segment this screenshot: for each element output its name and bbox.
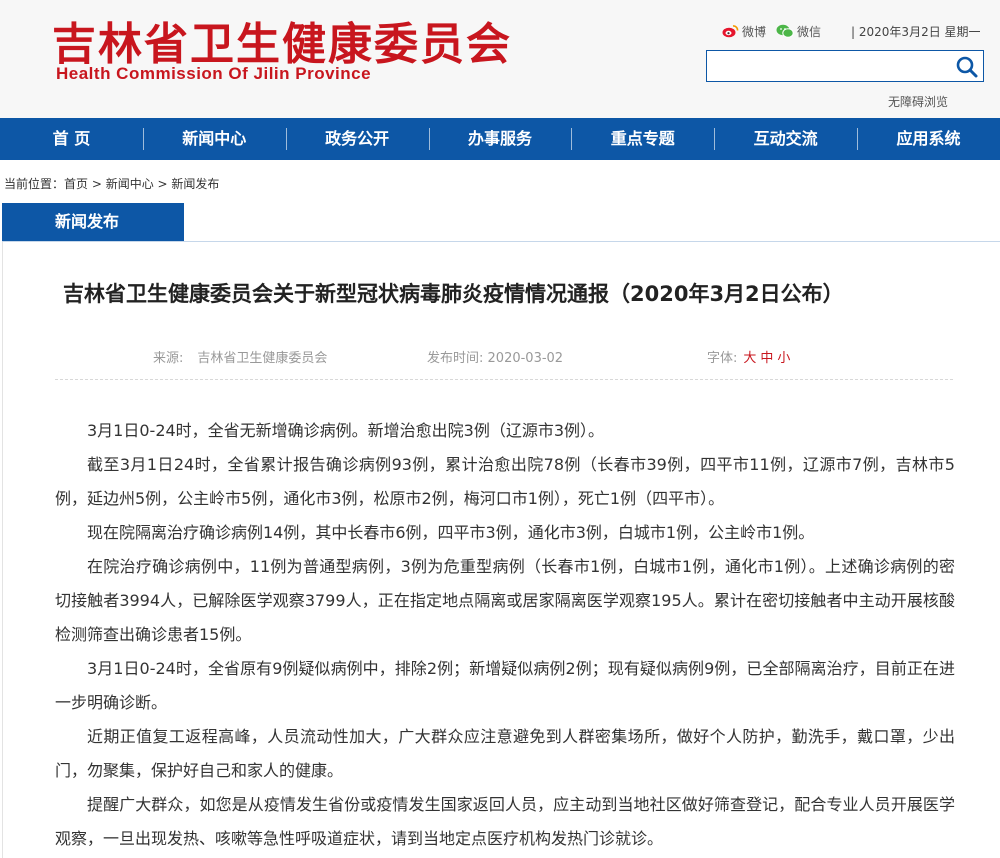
nav-services[interactable]: 办事服务 [428, 118, 572, 160]
source-label: 来源: [153, 351, 184, 366]
nav-key-topics[interactable]: 重点专题 [571, 118, 714, 160]
nav-gov-affairs[interactable]: 政务公开 [285, 118, 429, 160]
breadcrumb-current[interactable]: 新闻发布 [171, 177, 219, 191]
breadcrumb-news-center[interactable]: 新闻中心 [106, 177, 154, 191]
article-body: 3月1日0-24时，全省无新增确诊病例。新增治愈出院3例（辽源市3例）。 截至3… [55, 414, 955, 856]
search-box [706, 50, 984, 82]
article-paragraph: 在院治疗确诊病例中，11例为普通型病例，3例为危重型病例（长春市1例，白城市1例… [55, 557, 955, 644]
article-title: 吉林省卫生健康委员会关于新型冠状病毒肺炎疫情情况通报（2020年3月2日公布） [63, 282, 844, 306]
site-header: 吉林省卫生健康委员会 Health Commission Of Jilin Pr… [0, 0, 1000, 118]
nav-news-center[interactable]: 新闻中心 [142, 118, 286, 160]
wechat-icon [776, 24, 794, 38]
article-meta: 来源: 吉林省卫生健康委员会 发布时间: 2020-03-02 字体: 大中小 [3, 347, 1000, 367]
article-paragraph: 现在院隔离治疗确诊病例14例，其中长春市6例，四平市3例，通化市3例，白城市1例… [87, 523, 815, 542]
article-paragraph: 截至3月1日24时，全省累计报告确诊病例93例，累计治愈出院78例（长春市39例… [55, 455, 955, 508]
font-size-large[interactable]: 大 [743, 351, 756, 366]
meta-divider [55, 379, 953, 380]
font-label: 字体: [707, 351, 738, 366]
nav-interaction[interactable]: 互动交流 [714, 118, 857, 160]
wechat-label: 微信 [797, 24, 822, 39]
article-paragraph: 3月1日0-24时，全省无新增确诊病例。新增治愈出院3例（辽源市3例）。 [87, 421, 605, 440]
search-input[interactable] [707, 51, 947, 81]
breadcrumb-separator: > [153, 177, 172, 191]
section-tab-news-release[interactable]: 新闻发布 [2, 203, 184, 241]
logo-chinese[interactable]: 吉林省卫生健康委员会 [52, 8, 512, 72]
logo-english[interactable]: Health Commission Of Jilin Province [56, 64, 371, 84]
wechat-link[interactable]: 微信 [776, 23, 821, 40]
weibo-icon [722, 25, 739, 38]
breadcrumb-separator: > [88, 177, 106, 191]
time-value: 2020-03-02 [487, 351, 564, 366]
time-label: 发布时间: [427, 351, 484, 366]
search-icon[interactable] [955, 55, 979, 79]
article-source: 来源: 吉林省卫生健康委员会 [153, 347, 327, 366]
main-nav: 首 页 新闻中心 政务公开 办事服务 重点专题 互动交流 应用系统 [0, 118, 1000, 160]
article-publish-time: 发布时间: 2020-03-02 [427, 347, 563, 366]
article-paragraph: 近期正值复工返程高峰，人员流动性加大，广大群众应注意避免到人群密集场所，做好个人… [55, 727, 955, 780]
accessible-browse-link[interactable]: 无障碍浏览 [888, 93, 948, 110]
article-paragraph: 3月1日0-24时，全省原有9例疑似病例中，排除2例；新增疑似病例2例；现有疑似… [55, 659, 955, 712]
font-size-medium[interactable]: 中 [760, 351, 773, 366]
current-date: | 2020年3月2日 星期一 [851, 24, 981, 39]
weibo-link[interactable]: 微博 [722, 23, 766, 40]
nav-applications[interactable]: 应用系统 [857, 118, 1000, 160]
article: 吉林省卫生健康委员会关于新型冠状病毒肺炎疫情情况通报（2020年3月2日公布） … [2, 242, 1000, 858]
breadcrumb-prefix: 当前位置： [4, 177, 65, 191]
font-size-switcher: 字体: 大中小 [707, 347, 790, 366]
social-links: 微博 微信 | 2020年3月2日 星期一 [722, 21, 981, 41]
font-size-small[interactable]: 小 [777, 351, 790, 366]
nav-home[interactable]: 首 页 [0, 118, 143, 160]
weibo-label: 微博 [742, 24, 767, 39]
breadcrumb: 当前位置：首页 > 新闻中心 > 新闻发布 [4, 175, 219, 192]
source-value: 吉林省卫生健康委员会 [197, 351, 328, 366]
article-paragraph: 提醒广大群众，如您是从疫情发生省份或疫情发生国家返回人员，应主动到当地社区做好筛… [55, 795, 955, 848]
breadcrumb-home[interactable]: 首页 [64, 177, 88, 191]
